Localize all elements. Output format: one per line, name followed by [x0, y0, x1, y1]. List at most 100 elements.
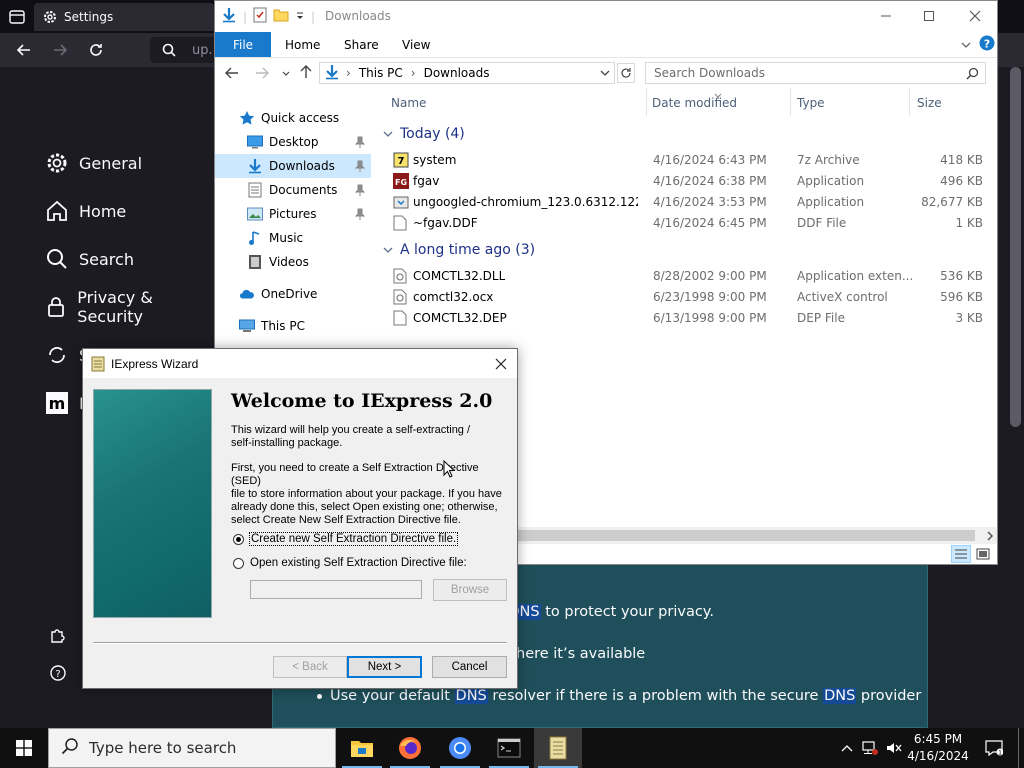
recent-locations-icon[interactable]: [281, 68, 291, 82]
tab-file[interactable]: File: [215, 32, 271, 57]
file-row[interactable]: ungoogled-chromium_123.0.6312.122-1.... …: [378, 192, 997, 213]
forward-button[interactable]: [48, 39, 72, 61]
taskbar-file-explorer[interactable]: [338, 728, 386, 768]
show-hidden-icons-button[interactable]: [838, 728, 856, 768]
column-name[interactable]: Name: [391, 96, 426, 110]
nav-quick-access[interactable]: Quick access: [215, 106, 371, 130]
column-divider[interactable]: [790, 88, 791, 116]
sidebar-item-general[interactable]: General: [44, 148, 142, 178]
column-size[interactable]: Size: [917, 96, 942, 110]
dialog-title-bar: IExpress Wizard: [83, 349, 517, 378]
column-type[interactable]: Type: [797, 96, 825, 110]
nav-onedrive[interactable]: OneDrive: [215, 282, 371, 306]
nav-this-pc[interactable]: This PC: [215, 314, 371, 338]
tab-share[interactable]: Share: [344, 32, 379, 57]
sidebar-item-search[interactable]: Search: [44, 244, 134, 274]
radio-button-selected[interactable]: [233, 533, 244, 545]
start-button[interactable]: [0, 728, 48, 768]
nav-videos[interactable]: Videos: [215, 250, 371, 274]
taskbar-iexpress[interactable]: [534, 728, 582, 768]
group-long-time-ago[interactable]: A long time ago (3): [382, 239, 535, 261]
show-desktop-button[interactable]: [1018, 728, 1024, 768]
reload-button[interactable]: [84, 39, 108, 61]
browser-scrollbar[interactable]: [1007, 67, 1024, 728]
up-arrow-icon[interactable]: [299, 65, 313, 82]
chevron-down-icon[interactable]: [295, 10, 305, 24]
minimize-button[interactable]: [863, 1, 909, 31]
large-icons-view-button[interactable]: [973, 545, 993, 563]
help-icon[interactable]: ?: [979, 35, 995, 54]
extensions-icon[interactable]: [48, 625, 68, 645]
sidebar-item-label: Search: [79, 249, 134, 269]
taskbar-firefox[interactable]: [386, 728, 434, 768]
back-button[interactable]: [12, 39, 36, 61]
volume-button[interactable]: [884, 728, 904, 768]
tab-settings[interactable]: Settings: [34, 3, 214, 31]
tab-list-icon[interactable]: [8, 8, 26, 26]
radio-open-existing-sed[interactable]: Open existing Self Extraction Directive …: [233, 555, 467, 571]
column-date-modified[interactable]: Date modified: [652, 96, 737, 110]
windows-logo-icon: [16, 740, 32, 756]
scrollbar-thumb[interactable]: [515, 530, 975, 541]
group-today[interactable]: Today (4): [382, 123, 465, 145]
nav-documents[interactable]: Documents: [215, 178, 371, 202]
breadcrumb-downloads[interactable]: Downloads: [424, 66, 490, 80]
radio-button[interactable]: [233, 557, 244, 569]
system-clock[interactable]: 6:45 PM 4/16/2024: [904, 731, 972, 765]
expand-ribbon-icon[interactable]: [960, 39, 972, 53]
action-center-button[interactable]: 1: [980, 728, 1008, 768]
nav-music[interactable]: Music: [215, 226, 371, 250]
file-row[interactable]: COMCTL32.DEP 6/13/1998 9:00 PM DEP File …: [378, 308, 997, 329]
new-folder-icon[interactable]: [273, 8, 289, 25]
file-row[interactable]: COMCTL32.DLL 8/28/2002 9:00 PM Applicati…: [378, 266, 997, 287]
back-button[interactable]: < Back: [273, 656, 347, 678]
help-icon[interactable]: ?: [48, 663, 68, 683]
cancel-button[interactable]: Cancel: [432, 656, 507, 678]
back-arrow-icon[interactable]: [225, 66, 239, 83]
scroll-right-icon[interactable]: [986, 530, 994, 544]
nav-pictures[interactable]: Pictures: [215, 202, 371, 226]
file-row[interactable]: comctl32.ocx 6/23/1998 9:00 PM ActiveX c…: [378, 287, 997, 308]
taskbar-search-box[interactable]: Type here to search: [48, 728, 336, 768]
column-divider[interactable]: [646, 88, 647, 116]
next-button[interactable]: Next >: [347, 656, 422, 678]
address-bar[interactable]: › This PC › Downloads: [319, 62, 615, 84]
refresh-button[interactable]: [617, 63, 635, 83]
file-row[interactable]: FG fgav 4/16/2024 6:38 PM Application 49…: [378, 171, 997, 192]
tab-view[interactable]: View: [402, 32, 430, 57]
forward-arrow-icon[interactable]: [255, 66, 269, 83]
network-button[interactable]: [860, 728, 880, 768]
sidebar-item-privacy[interactable]: Privacy & Security: [44, 288, 214, 326]
pin-icon[interactable]: [353, 159, 367, 173]
sed-path-input[interactable]: [250, 580, 422, 599]
browse-button[interactable]: Browse: [433, 579, 507, 601]
maximize-button[interactable]: [906, 1, 952, 31]
tab-home[interactable]: Home: [285, 32, 320, 57]
group-label: Today (4): [400, 126, 465, 142]
nav-downloads[interactable]: Downloads: [215, 154, 371, 178]
sidebar-item-home[interactable]: Home: [44, 196, 126, 226]
nav-desktop[interactable]: Desktop: [215, 130, 371, 154]
radio-create-new-sed[interactable]: Create new Self Extraction Directive fil…: [233, 531, 459, 547]
dns-text: Use your default: [330, 688, 455, 704]
properties-icon[interactable]: [253, 7, 267, 26]
nav-label: Videos: [269, 255, 309, 269]
column-divider[interactable]: [909, 88, 910, 116]
taskbar-terminal[interactable]: [485, 728, 533, 768]
details-view-button[interactable]: [951, 545, 971, 563]
pin-icon[interactable]: [353, 207, 367, 221]
breadcrumb-this-pc[interactable]: This PC: [359, 66, 403, 80]
quick-access-toolbar: | |: [221, 7, 315, 26]
radio-label: Create new Self Extraction Directive fil…: [248, 532, 459, 546]
file-row[interactable]: 7 system 4/16/2024 6:43 PM 7z Archive 41…: [378, 150, 997, 171]
close-button[interactable]: [952, 1, 998, 31]
scrollbar-thumb[interactable]: [1010, 67, 1021, 427]
dialog-close-button[interactable]: [485, 349, 517, 378]
chevron-down-icon[interactable]: [600, 67, 610, 81]
taskbar-chromium[interactable]: [436, 728, 484, 768]
search-downloads-input[interactable]: Search Downloads: [645, 62, 986, 84]
file-row[interactable]: ~fgav.DDF 4/16/2024 6:45 PM DDF File 1 K…: [378, 213, 997, 234]
horizontal-scrollbar[interactable]: [515, 527, 997, 544]
pin-icon[interactable]: [353, 135, 367, 149]
pin-icon[interactable]: [353, 183, 367, 197]
